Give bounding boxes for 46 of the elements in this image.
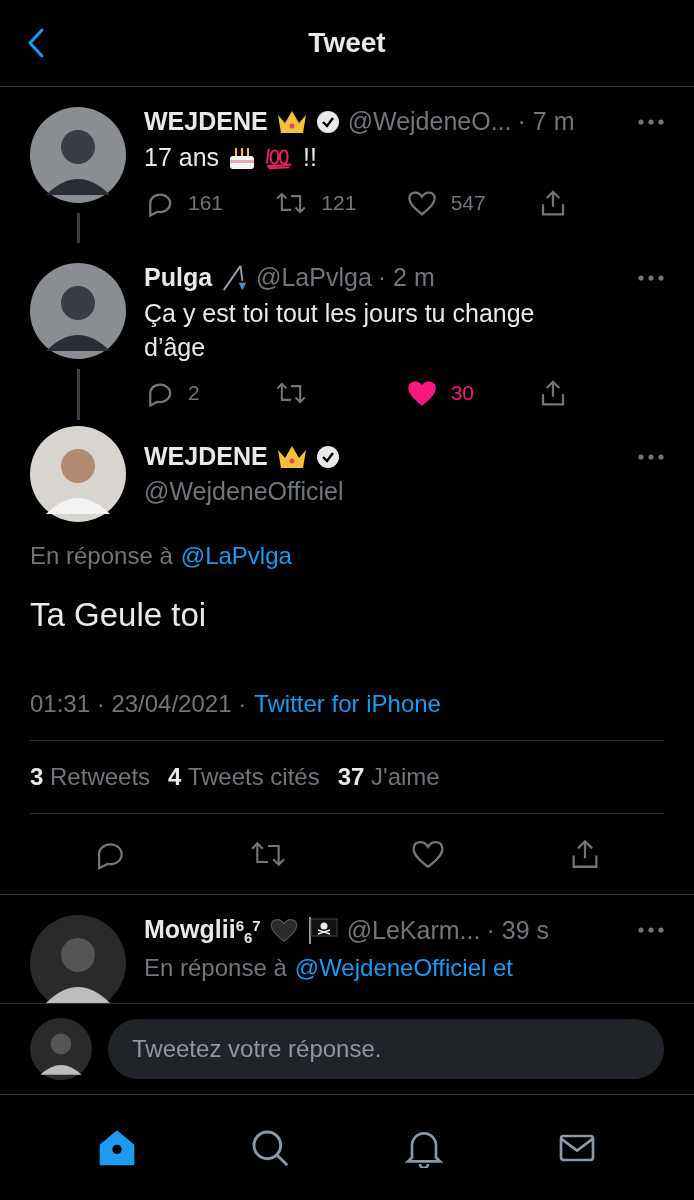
tweet-text: !! (303, 142, 317, 173)
avatar[interactable] (30, 263, 126, 359)
tweet-time: · 7 m (517, 107, 575, 136)
more-icon[interactable] (638, 118, 664, 125)
user-handle: @LaPvlga (256, 263, 372, 292)
like-count: 30 (450, 381, 474, 405)
avatar[interactable] (30, 1018, 92, 1080)
tweet-timestamp: 01:31 · 23/04/2021 · (30, 690, 247, 718)
reply-count: 2 (188, 381, 200, 405)
screen-title: Tweet (308, 27, 386, 59)
avatar[interactable] (30, 107, 126, 203)
fishing-rod-icon (220, 263, 249, 292)
tweet-text: 17 ans (144, 142, 220, 173)
stat-link[interactable]: 4 Tweets cités (168, 763, 320, 791)
heart-icon[interactable] (406, 379, 437, 407)
user-name[interactable]: WEJDENE (144, 442, 268, 471)
mention-link[interactable]: @WejdeneOfficiel et (294, 953, 514, 982)
reply-label: En réponse à (30, 542, 173, 570)
user-name[interactable]: Pulga (144, 263, 213, 292)
more-icon[interactable] (638, 274, 664, 281)
reply-field[interactable]: Tweetez votre réponse. (108, 1019, 664, 1079)
retweet-count: 121 (321, 191, 357, 215)
avatar[interactable] (30, 426, 126, 522)
source-link[interactable]: Twitter for iPhone (254, 690, 441, 718)
user-handle: @LeKarm... (346, 915, 481, 945)
stat-link[interactable]: 37 J'aime (337, 763, 440, 791)
like-count: 547 (450, 191, 486, 215)
back-icon[interactable] (26, 27, 46, 59)
more-icon[interactable] (638, 927, 664, 934)
pirate-flag-icon (306, 916, 339, 945)
user-name[interactable]: WEJDENE (144, 107, 268, 136)
mention-link[interactable]: @LaPvlga (180, 542, 292, 570)
tweet-text: Ça y est toi tout les jours tu change d’âge (144, 298, 536, 363)
user-handle: @WejdeneO... (347, 107, 512, 136)
tweet-time: · 39 s (486, 915, 549, 945)
reply-count: 161 (188, 191, 224, 215)
reply-label: En réponse à (144, 953, 287, 982)
heart-icon[interactable] (410, 838, 445, 870)
heart-icon[interactable] (406, 189, 437, 217)
tweet-time: · 2 m (377, 263, 435, 292)
stat-link[interactable]: 3 Retweets (30, 763, 151, 791)
more-icon[interactable] (638, 453, 664, 460)
user-handle: @WejdeneOfficiel (144, 477, 345, 506)
heart-emoji-icon (268, 916, 299, 945)
tweet-text: Ta Geule toi (30, 596, 208, 634)
avatar[interactable] (30, 915, 126, 1003)
